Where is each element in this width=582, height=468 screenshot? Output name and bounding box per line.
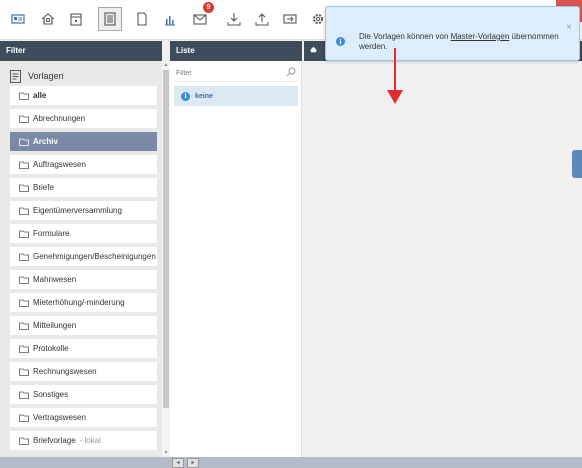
filter-item-label: Abrechnungen (33, 114, 86, 123)
filter-item[interactable]: Vertragswesen (10, 408, 157, 427)
home-button[interactable] (36, 7, 60, 31)
filter-item-label: Sonstiges (33, 390, 69, 399)
folder-icon (19, 138, 29, 146)
folder-icon (19, 92, 29, 100)
info-notification: Die Vorlagen können von Master-Vorlagen … (325, 6, 580, 61)
folder-icon (19, 276, 29, 284)
scroll-up-arrow[interactable]: ▲ (163, 62, 169, 68)
filter-item[interactable]: Genehmigungen/Bescheinigungen (10, 247, 157, 266)
envelope-icon (193, 14, 207, 25)
filter-item[interactable]: Briefe (10, 178, 157, 197)
filter-item-label: Briefe (33, 183, 54, 192)
template-icon (10, 69, 21, 83)
folder-icon (19, 115, 29, 123)
filter-item[interactable]: Mitteilungen (10, 316, 157, 335)
filter-item[interactable]: Formulare (10, 224, 157, 243)
pager-prev-button[interactable]: ◂ (172, 458, 184, 468)
copy-button[interactable] (130, 7, 154, 31)
transfer-icon (283, 14, 297, 24)
filter-header: Filter (0, 41, 162, 61)
card-view-button[interactable] (6, 7, 30, 31)
mail-badge: 9 (203, 2, 214, 13)
close-icon[interactable]: × (566, 22, 572, 33)
folder-icon (19, 414, 29, 422)
gear-icon (313, 14, 323, 24)
filter-item-label: Protokolle (33, 344, 69, 353)
id-card-icon (11, 14, 25, 24)
home-icon[interactable] (310, 46, 317, 53)
filter-item-label: Genehmigungen/Bescheinigungen (33, 252, 156, 261)
filter-item-label: Eigentümerversammlung (33, 206, 122, 215)
master-vorlagen-link[interactable]: Master-Vorlagen (451, 32, 510, 41)
filter-item-label: Mitteilungen (33, 321, 77, 330)
filter-item[interactable]: Abrechnungen (10, 109, 157, 128)
document-list-icon (104, 12, 116, 26)
status-bar (0, 457, 582, 468)
folder-icon (19, 299, 29, 307)
import-button[interactable] (222, 7, 246, 31)
filter-item-label: Archiv (33, 137, 58, 146)
folder-icon (19, 345, 29, 353)
info-icon: i (181, 91, 190, 101)
mail-button[interactable]: 9 (188, 2, 214, 31)
search-icon[interactable] (286, 67, 296, 77)
calendar-icon (70, 13, 82, 26)
house-icon (41, 13, 55, 25)
filter-item-label: Formulare (33, 229, 70, 238)
filter-item[interactable]: alle (10, 86, 157, 105)
pager-next-button[interactable]: ▸ (187, 458, 199, 468)
folder-icon (19, 391, 29, 399)
notification-text-start: Die Vorlagen können von (359, 32, 451, 41)
liste-panel: i keine (170, 61, 302, 457)
calendar-button[interactable] (64, 7, 88, 31)
filter-scroll-thumb[interactable] (163, 70, 169, 408)
filter-item-label: Briefvorlage (33, 436, 76, 445)
liste-filter-input[interactable] (174, 66, 298, 82)
documents-button[interactable] (98, 7, 122, 31)
statistics-button[interactable] (158, 7, 182, 31)
filter-item-label: Vertragswesen (33, 413, 86, 422)
copy-icon (137, 12, 147, 26)
filter-item[interactable]: Rechnungswesen (10, 362, 157, 381)
filter-title-label: Vorlagen (28, 71, 64, 81)
folder-icon (19, 184, 29, 192)
list-item[interactable]: i keine (174, 86, 298, 106)
filter-item[interactable]: Mahnwesen (10, 270, 157, 289)
filter-item[interactable]: Archiv (10, 132, 157, 151)
info-icon (336, 37, 345, 46)
filter-item-label: Rechnungswesen (33, 367, 97, 376)
filter-item-label: alle (33, 91, 47, 100)
upload-icon (255, 13, 269, 26)
filter-title: Vorlagen (10, 67, 64, 85)
filter-item-label: Mahnwesen (33, 275, 77, 284)
transfer-button[interactable] (278, 7, 302, 31)
filter-item[interactable]: Protokolle (10, 339, 157, 358)
export-button[interactable] (250, 7, 274, 31)
red-arrow-annotation (387, 48, 403, 104)
folder-icon (19, 368, 29, 376)
folder-icon (19, 230, 29, 238)
side-panel-tab[interactable] (572, 150, 582, 178)
folder-icon (19, 161, 29, 169)
filter-item-suffix: - lokal (79, 436, 102, 445)
list-item-label: keine (195, 92, 213, 100)
folder-icon (19, 437, 29, 445)
filter-item[interactable]: Auftragswesen (10, 155, 157, 174)
filter-item[interactable]: Mieterhöhung/-minderung (10, 293, 157, 312)
folder-icon (19, 207, 29, 215)
filter-item[interactable]: Sonstiges (10, 385, 157, 404)
filter-item-label: Auftragswesen (33, 160, 86, 169)
filter-item[interactable]: Eigentümerversammlung (10, 201, 157, 220)
download-icon (227, 13, 241, 26)
filter-item-label: Mieterhöhung/-minderung (33, 298, 125, 307)
folder-icon (19, 322, 29, 330)
scroll-down-arrow[interactable]: ▼ (163, 450, 169, 456)
filter-item[interactable]: Briefvorlage - lokal (10, 431, 157, 450)
bar-chart-icon (165, 16, 175, 26)
main-content-area (303, 61, 582, 457)
folder-icon (19, 253, 29, 261)
liste-header: Liste (170, 41, 302, 61)
